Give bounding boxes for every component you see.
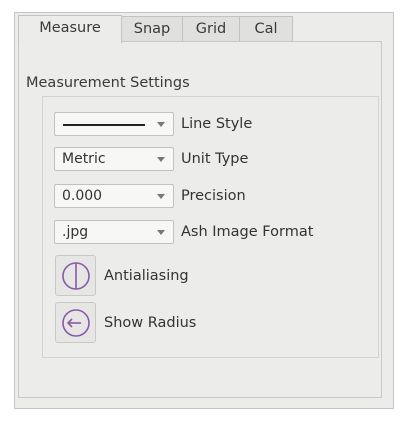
line-style-label: Line Style bbox=[181, 116, 253, 132]
tab-measure[interactable]: Measure bbox=[18, 15, 122, 43]
tab-cal[interactable]: Cal bbox=[239, 16, 293, 42]
tab-grid[interactable]: Grid bbox=[182, 16, 240, 42]
image-format-value: .jpg bbox=[62, 224, 89, 240]
radius-arrow-icon bbox=[62, 309, 90, 337]
antialias-circle-icon bbox=[62, 262, 90, 290]
tab-bar: Measure Snap Grid Cal bbox=[18, 15, 318, 43]
unit-type-dropdown[interactable]: Metric bbox=[54, 147, 174, 171]
antialiasing-label: Antialiasing bbox=[104, 268, 189, 284]
unit-type-value: Metric bbox=[62, 151, 106, 167]
precision-dropdown[interactable]: 0.000 bbox=[54, 184, 174, 208]
line-style-preview bbox=[63, 124, 145, 126]
unit-type-label: Unit Type bbox=[181, 151, 249, 167]
precision-label: Precision bbox=[181, 188, 246, 204]
chevron-down-icon bbox=[157, 194, 165, 199]
tab-snap[interactable]: Snap bbox=[121, 16, 183, 42]
image-format-label: Ash Image Format bbox=[181, 224, 314, 240]
precision-value: 0.000 bbox=[62, 188, 103, 204]
antialiasing-toggle-button[interactable] bbox=[55, 255, 96, 296]
group-title: Measurement Settings bbox=[26, 75, 190, 91]
chevron-down-icon bbox=[157, 122, 165, 127]
show-radius-toggle-button[interactable] bbox=[55, 302, 96, 343]
line-style-dropdown[interactable] bbox=[54, 112, 174, 136]
chevron-down-icon bbox=[157, 157, 165, 162]
image-format-dropdown[interactable]: .jpg bbox=[54, 220, 174, 244]
show-radius-label: Show Radius bbox=[104, 315, 197, 331]
chevron-down-icon bbox=[157, 230, 165, 235]
